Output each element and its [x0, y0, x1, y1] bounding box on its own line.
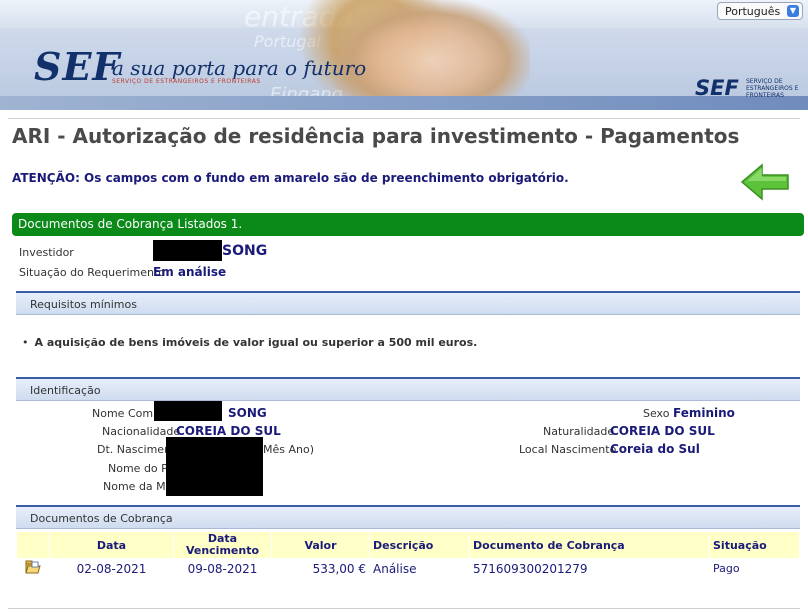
- birthdate-label: Dt. Nascimen: [97, 443, 172, 456]
- page-title: ARI - Autorização de residência para inv…: [12, 124, 740, 148]
- requirements-header: Requisitos mínimos: [16, 291, 800, 315]
- sex-value: Feminino: [673, 406, 735, 420]
- col-value: Valor: [271, 531, 370, 559]
- banner-photo-face: [330, 0, 530, 110]
- redacted-birth-parents: [166, 437, 263, 496]
- requirement-item: • A aquisição de bens imóveis de valor ig…: [22, 336, 477, 349]
- bullet-icon: •: [22, 336, 29, 349]
- redacted-full-name: [154, 401, 222, 421]
- sef-slogan: a sua porta para o futuro: [112, 56, 367, 80]
- billing-table-header: Data Data Vencimento Valor Descrição Doc…: [16, 531, 800, 559]
- sex-label: Sexo: [643, 407, 670, 420]
- naturality-label: Naturalidade: [543, 425, 615, 438]
- father-name-label: Nome do Pa: [108, 462, 175, 475]
- status-value: Em análise: [153, 265, 227, 279]
- sef-subtitle: SERVIÇO DE ESTRANGEIROS E FRONTEIRAS: [112, 78, 261, 85]
- birthplace-value: Coreia do Sul: [610, 442, 700, 456]
- header-banner: entrada Portugal Eingang SEF a sua porta…: [0, 0, 808, 110]
- row-description: Análise: [369, 558, 470, 579]
- banner-bottom-bar: [0, 96, 808, 110]
- chevron-down-icon: ▼: [787, 5, 799, 17]
- redacted-investor-name: [153, 240, 222, 261]
- language-select[interactable]: Português ▼: [717, 2, 803, 20]
- row-due-date: 09-08-2021: [173, 558, 272, 579]
- status-label: Situação do Requerimento: [19, 266, 166, 279]
- birthdate-hint: Mês Ano): [263, 443, 315, 456]
- folder-open-icon[interactable]: [25, 560, 41, 574]
- row-document: 571609300201279: [469, 558, 710, 579]
- birthplace-label: Local Nascimento: [519, 443, 617, 456]
- sef-logo-small-subtitle: SERVIÇO DE ESTRANGEIROS E FRONTEIRAS: [746, 78, 799, 99]
- investor-value: SONG: [222, 243, 268, 259]
- billing-table: Data Data Vencimento Valor Descrição Doc…: [16, 531, 800, 579]
- requirement-text: A aquisição de bens imóveis de valor igu…: [34, 336, 478, 349]
- sef-logo-small: SEF: [695, 76, 739, 100]
- name-label: Nome Comp: [92, 407, 161, 420]
- naturality-value: COREIA DO SUL: [610, 424, 715, 438]
- listed-documents-banner: Documentos de Cobrança Listados 1.: [12, 213, 804, 236]
- row-date: 02-08-2021: [49, 558, 174, 579]
- attention-notice: ATENÇÃO: Os campos com o fundo em amarel…: [12, 171, 569, 185]
- nationality-value: COREIA DO SUL: [176, 424, 281, 438]
- col-due-date: Data Vencimento: [173, 531, 272, 559]
- sef-logo: SEF: [34, 44, 121, 89]
- row-value: 533,00 €: [271, 558, 370, 579]
- table-row[interactable]: 02-08-2021 09-08-2021 533,00 € Análise 5…: [16, 558, 800, 579]
- identification-header: Identificação: [16, 377, 800, 401]
- footer-divider: [8, 608, 800, 609]
- investor-label: Investidor: [19, 246, 74, 259]
- open-document-cell[interactable]: [16, 558, 50, 579]
- col-date: Data: [49, 531, 174, 559]
- back-arrow-icon[interactable]: [740, 162, 790, 202]
- mother-name-label: Nome da Mã: [103, 480, 173, 493]
- row-status: Pago: [709, 558, 800, 579]
- col-icon: [16, 531, 50, 559]
- language-selected-value: Português: [725, 5, 781, 18]
- name-value: SONG: [228, 406, 267, 420]
- col-status: Situação: [709, 531, 800, 559]
- col-document: Documento de Cobrança: [469, 531, 710, 559]
- billing-header: Documentos de Cobrança: [16, 505, 800, 529]
- col-description: Descrição: [369, 531, 470, 559]
- title-divider: [8, 118, 800, 119]
